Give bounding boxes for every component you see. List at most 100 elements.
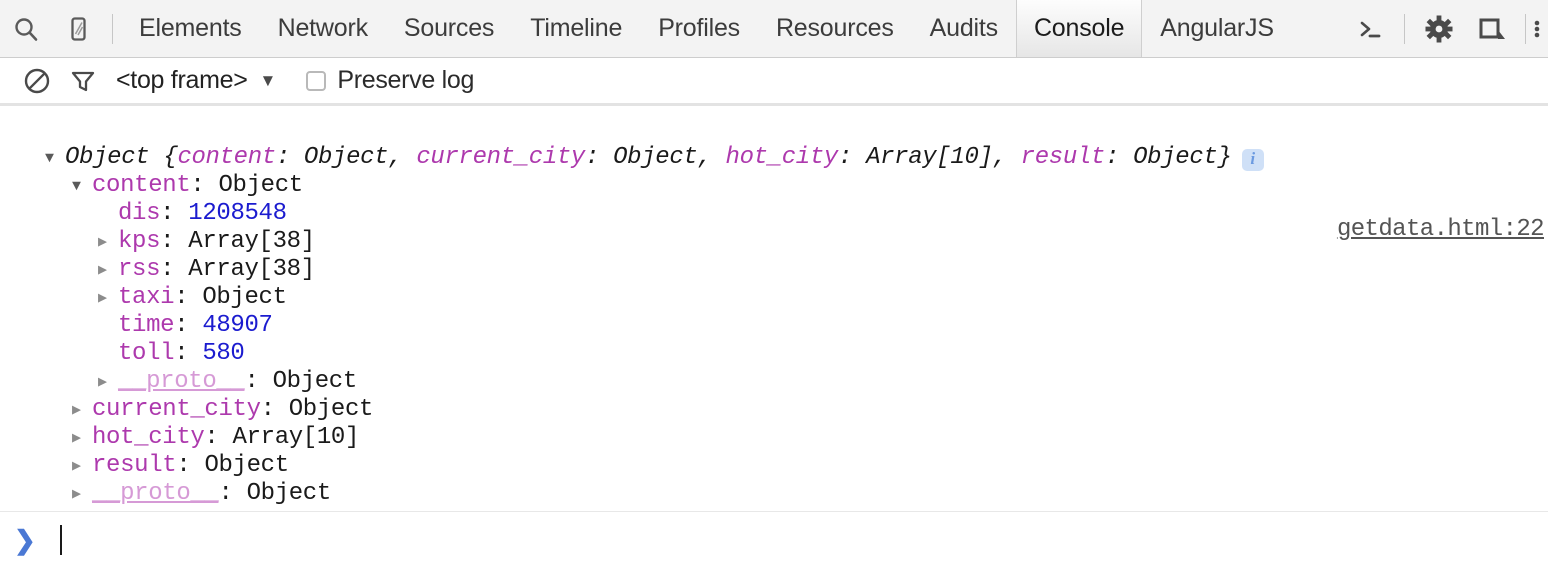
property-row-dis[interactable]: dis: 1208548 <box>0 199 1548 227</box>
property-row-rss[interactable]: rss: Array[38] <box>0 255 1548 283</box>
property-key: current_city <box>92 395 261 423</box>
property-row-taxi[interactable]: taxi: Object <box>0 283 1548 311</box>
disclosure-triangle-closed-icon[interactable] <box>98 291 118 306</box>
tab-angularjs[interactable]: AngularJS <box>1142 0 1292 57</box>
console-filter-bar: <top frame> ▼ Preserve log <box>0 58 1548 106</box>
object-header-row[interactable]: Object {content: Object, current_city: O… <box>0 143 1548 171</box>
object-header-text: Object {content: Object, current_city: O… <box>65 144 1232 171</box>
chevron-down-icon: ▼ <box>259 71 277 90</box>
property-key: taxi <box>118 283 175 311</box>
preview-key-current-city: current_city <box>416 143 585 171</box>
tab-console[interactable]: Console <box>1015 0 1143 57</box>
preserve-log-control[interactable]: Preserve log <box>306 66 474 95</box>
console-drawer-icon[interactable] <box>1344 0 1396 57</box>
tab-sources[interactable]: Sources <box>386 0 512 57</box>
tab-resources[interactable]: Resources <box>758 0 912 57</box>
preview-value-content: Object <box>303 143 389 171</box>
disclosure-triangle-closed-icon[interactable] <box>72 431 92 446</box>
source-link[interactable]: getdata.html:22 <box>1337 216 1545 243</box>
property-row-hot-city[interactable]: hot_city: Array[10] <box>0 423 1548 451</box>
property-key: toll <box>118 339 175 367</box>
disclosure-triangle-closed-icon[interactable] <box>98 235 118 250</box>
preview-value-result: Object <box>1133 143 1218 171</box>
tab-audits[interactable]: Audits <box>912 0 1016 57</box>
property-key: hot_city <box>92 423 205 451</box>
preview-key-hot-city: hot_city <box>725 143 839 171</box>
disclosure-triangle-closed-icon[interactable] <box>98 375 118 390</box>
object-type: Object <box>65 143 150 171</box>
property-key: dis <box>118 199 161 227</box>
colon: : <box>1105 143 1134 171</box>
property-value: 580 <box>202 339 245 367</box>
info-icon[interactable] <box>1241 148 1264 171</box>
preview-value-hot-city: Array[10] <box>866 143 993 171</box>
property-value: Object <box>202 283 287 311</box>
property-row-content[interactable]: content: Object <box>0 171 1548 199</box>
toolbar-divider-2 <box>1404 13 1405 44</box>
device-toolbar-icon[interactable] <box>52 0 104 57</box>
property-row-proto-outer[interactable]: __proto__: Object <box>0 479 1548 507</box>
property-key: rss <box>118 255 161 283</box>
property-value: 1208548 <box>188 199 287 227</box>
console-log-area: getdata.html:22 Object {content: Object,… <box>0 106 1548 512</box>
preview-value-current-city: Object <box>613 143 698 171</box>
gear-icon[interactable] <box>1413 0 1465 57</box>
sep: , <box>992 143 1021 171</box>
property-value: Array[10] <box>232 423 360 451</box>
property-value: Object <box>246 479 332 507</box>
property-value: Object <box>204 451 289 479</box>
property-row-current-city[interactable]: current_city: Object <box>0 395 1548 423</box>
tab-network[interactable]: Network <box>260 0 386 57</box>
disclosure-triangle-closed-icon[interactable] <box>72 403 92 418</box>
colon: : <box>837 143 867 171</box>
console-prompt-row[interactable]: ❯ <box>0 512 1548 567</box>
console-input-caret[interactable] <box>59 524 62 555</box>
colon: : <box>585 143 614 171</box>
disclosure-triangle-open-icon[interactable] <box>45 151 65 166</box>
preserve-log-label: Preserve log <box>337 66 475 94</box>
prompt-chevron-icon: ❯ <box>14 524 36 555</box>
disclosure-triangle-closed-icon[interactable] <box>72 487 92 502</box>
property-row-time[interactable]: time: 48907 <box>0 311 1548 339</box>
property-value: Object <box>218 171 303 199</box>
property-key: kps <box>118 227 161 255</box>
console-log-entry: Object {content: Object, current_city: O… <box>0 106 1548 507</box>
dock-panel-icon[interactable] <box>1465 0 1517 57</box>
close-brace: } <box>1217 143 1232 171</box>
clear-console-icon[interactable] <box>14 58 60 104</box>
toolbar-divider-3 <box>1525 13 1526 44</box>
property-value: Object <box>288 395 374 423</box>
devtools-toolbar: Elements Network Sources Timeline Profil… <box>0 0 1548 58</box>
disclosure-triangle-closed-icon[interactable] <box>98 263 118 278</box>
filter-icon[interactable] <box>60 58 106 104</box>
property-value: Array[38] <box>188 227 315 255</box>
property-row-proto-inner[interactable]: __proto__: Object <box>0 367 1548 395</box>
preserve-log-checkbox[interactable] <box>306 70 327 91</box>
property-row-result[interactable]: result: Object <box>0 451 1548 479</box>
property-value: Array[38] <box>188 255 315 283</box>
property-row-kps[interactable]: kps: Array[38] <box>0 227 1548 255</box>
property-row-toll[interactable]: toll: 580 <box>0 339 1548 367</box>
panel-tabs: Elements Network Sources Timeline Profil… <box>121 0 1292 57</box>
search-icon[interactable] <box>0 0 52 57</box>
more-vertical-icon[interactable] <box>1534 0 1548 57</box>
property-key: time <box>118 311 175 339</box>
preview-key-result: result <box>1020 143 1106 171</box>
tab-elements[interactable]: Elements <box>121 0 260 57</box>
toolbar-actions <box>1344 0 1548 57</box>
sep: , <box>388 143 417 171</box>
open-brace: { <box>149 143 178 171</box>
tab-profiles[interactable]: Profiles <box>640 0 758 57</box>
property-value: 48907 <box>202 311 273 339</box>
execution-context-label: <top frame> <box>116 66 248 94</box>
disclosure-triangle-closed-icon[interactable] <box>72 459 92 474</box>
tab-timeline[interactable]: Timeline <box>512 0 640 57</box>
sep: , <box>697 143 726 171</box>
disclosure-triangle-open-icon[interactable] <box>72 179 92 194</box>
colon: : <box>275 143 304 171</box>
execution-context-selector[interactable]: <top frame> ▼ <box>116 66 276 95</box>
property-key: result <box>92 451 177 479</box>
property-key: content <box>92 171 191 199</box>
preview-key-content: content <box>177 143 276 171</box>
toolbar-divider <box>112 13 113 44</box>
